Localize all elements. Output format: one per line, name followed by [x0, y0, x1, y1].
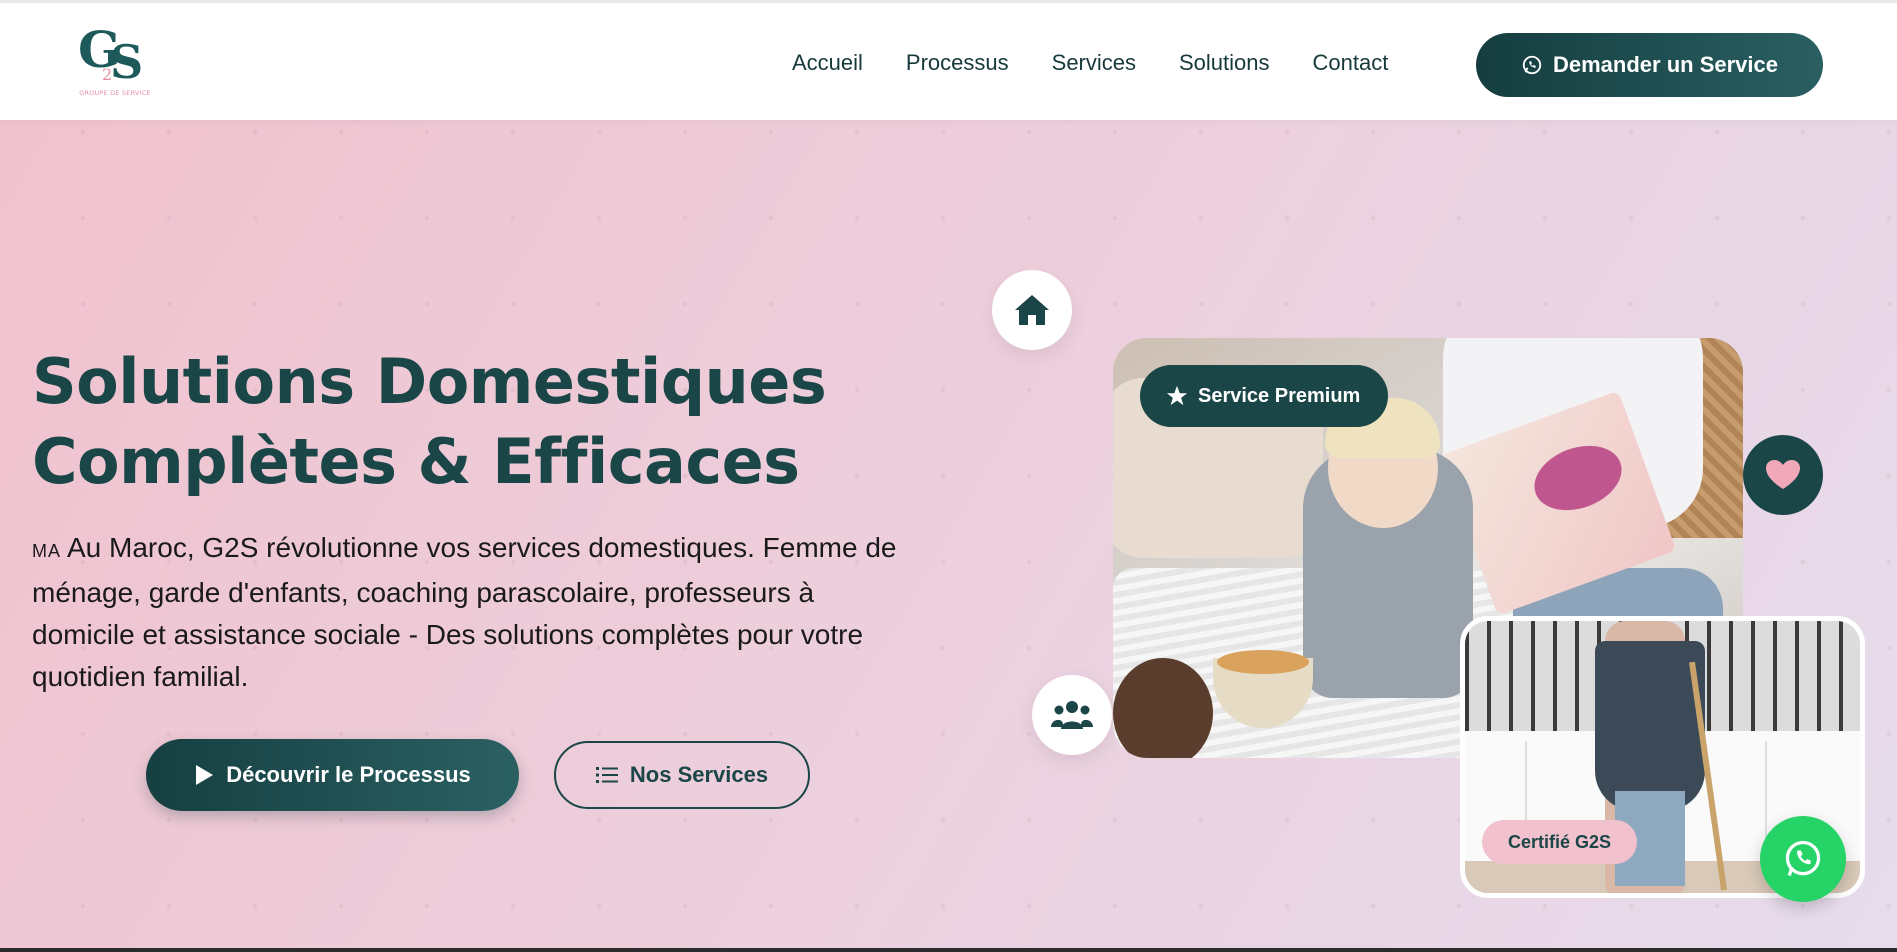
service-premium-label: Service Premium [1198, 384, 1361, 407]
whatsapp-icon [1785, 840, 1821, 877]
discover-process-label: Découvrir le Processus [226, 762, 471, 787]
whatsapp-icon [1522, 55, 1542, 75]
nav-item-solutions[interactable]: Solutions [1179, 50, 1270, 76]
home-badge [992, 270, 1072, 350]
photo-detail [1217, 650, 1309, 674]
hero-description: MA Au Maroc, G2S révolutionne vos service… [32, 527, 902, 698]
hero-description-text: Au Maroc, G2S révolutionne vos services … [32, 532, 897, 692]
navbar: G 2 S GROUPE DE SERVICE Accueil Processu… [0, 3, 1897, 120]
hero-title: Solutions Domestiques Complètes & Effica… [32, 342, 827, 502]
whatsapp-chat-button[interactable] [1760, 816, 1846, 902]
main-nav: Accueil Processus Services Solutions Con… [792, 50, 1431, 76]
our-services-label: Nos Services [629, 762, 769, 787]
discover-process-button[interactable]: Découvrir le Processus [146, 739, 519, 811]
nav-item-services[interactable]: Services [1052, 50, 1136, 76]
photo-detail [1113, 658, 1213, 758]
our-services-button[interactable]: Nos Services [554, 741, 810, 809]
list-icon [595, 767, 618, 783]
heart-badge [1743, 435, 1823, 515]
nav-item-accueil[interactable]: Accueil [792, 50, 863, 76]
play-icon [196, 765, 214, 785]
nav-item-processus[interactable]: Processus [906, 50, 1009, 76]
hero-title-line2: Complètes & Efficaces [32, 425, 800, 498]
users-icon [1051, 701, 1093, 729]
logo-letter-s: S [110, 35, 144, 89]
service-premium-badge: Service Premium [1140, 365, 1389, 427]
heart-icon [1766, 460, 1800, 489]
home-icon [1015, 295, 1049, 325]
logo-subtitle: GROUPE DE SERVICE [79, 89, 151, 97]
morocco-flag-code: MA [32, 541, 61, 561]
users-badge [1032, 675, 1112, 755]
nav-item-contact[interactable]: Contact [1313, 50, 1389, 76]
star-icon [1166, 385, 1188, 406]
request-service-label: Demander un Service [1553, 52, 1778, 77]
bottom-divider [0, 948, 1897, 952]
request-service-button[interactable]: Demander un Service [1476, 33, 1823, 97]
hero-title-line1: Solutions Domestiques [32, 345, 827, 418]
logo[interactable]: G 2 S GROUPE DE SERVICE [74, 25, 156, 101]
photo-detail [1595, 641, 1705, 811]
certified-badge: Certifié G2S [1482, 820, 1638, 864]
hero-section: Solutions Domestiques Complètes & Effica… [0, 120, 1897, 952]
